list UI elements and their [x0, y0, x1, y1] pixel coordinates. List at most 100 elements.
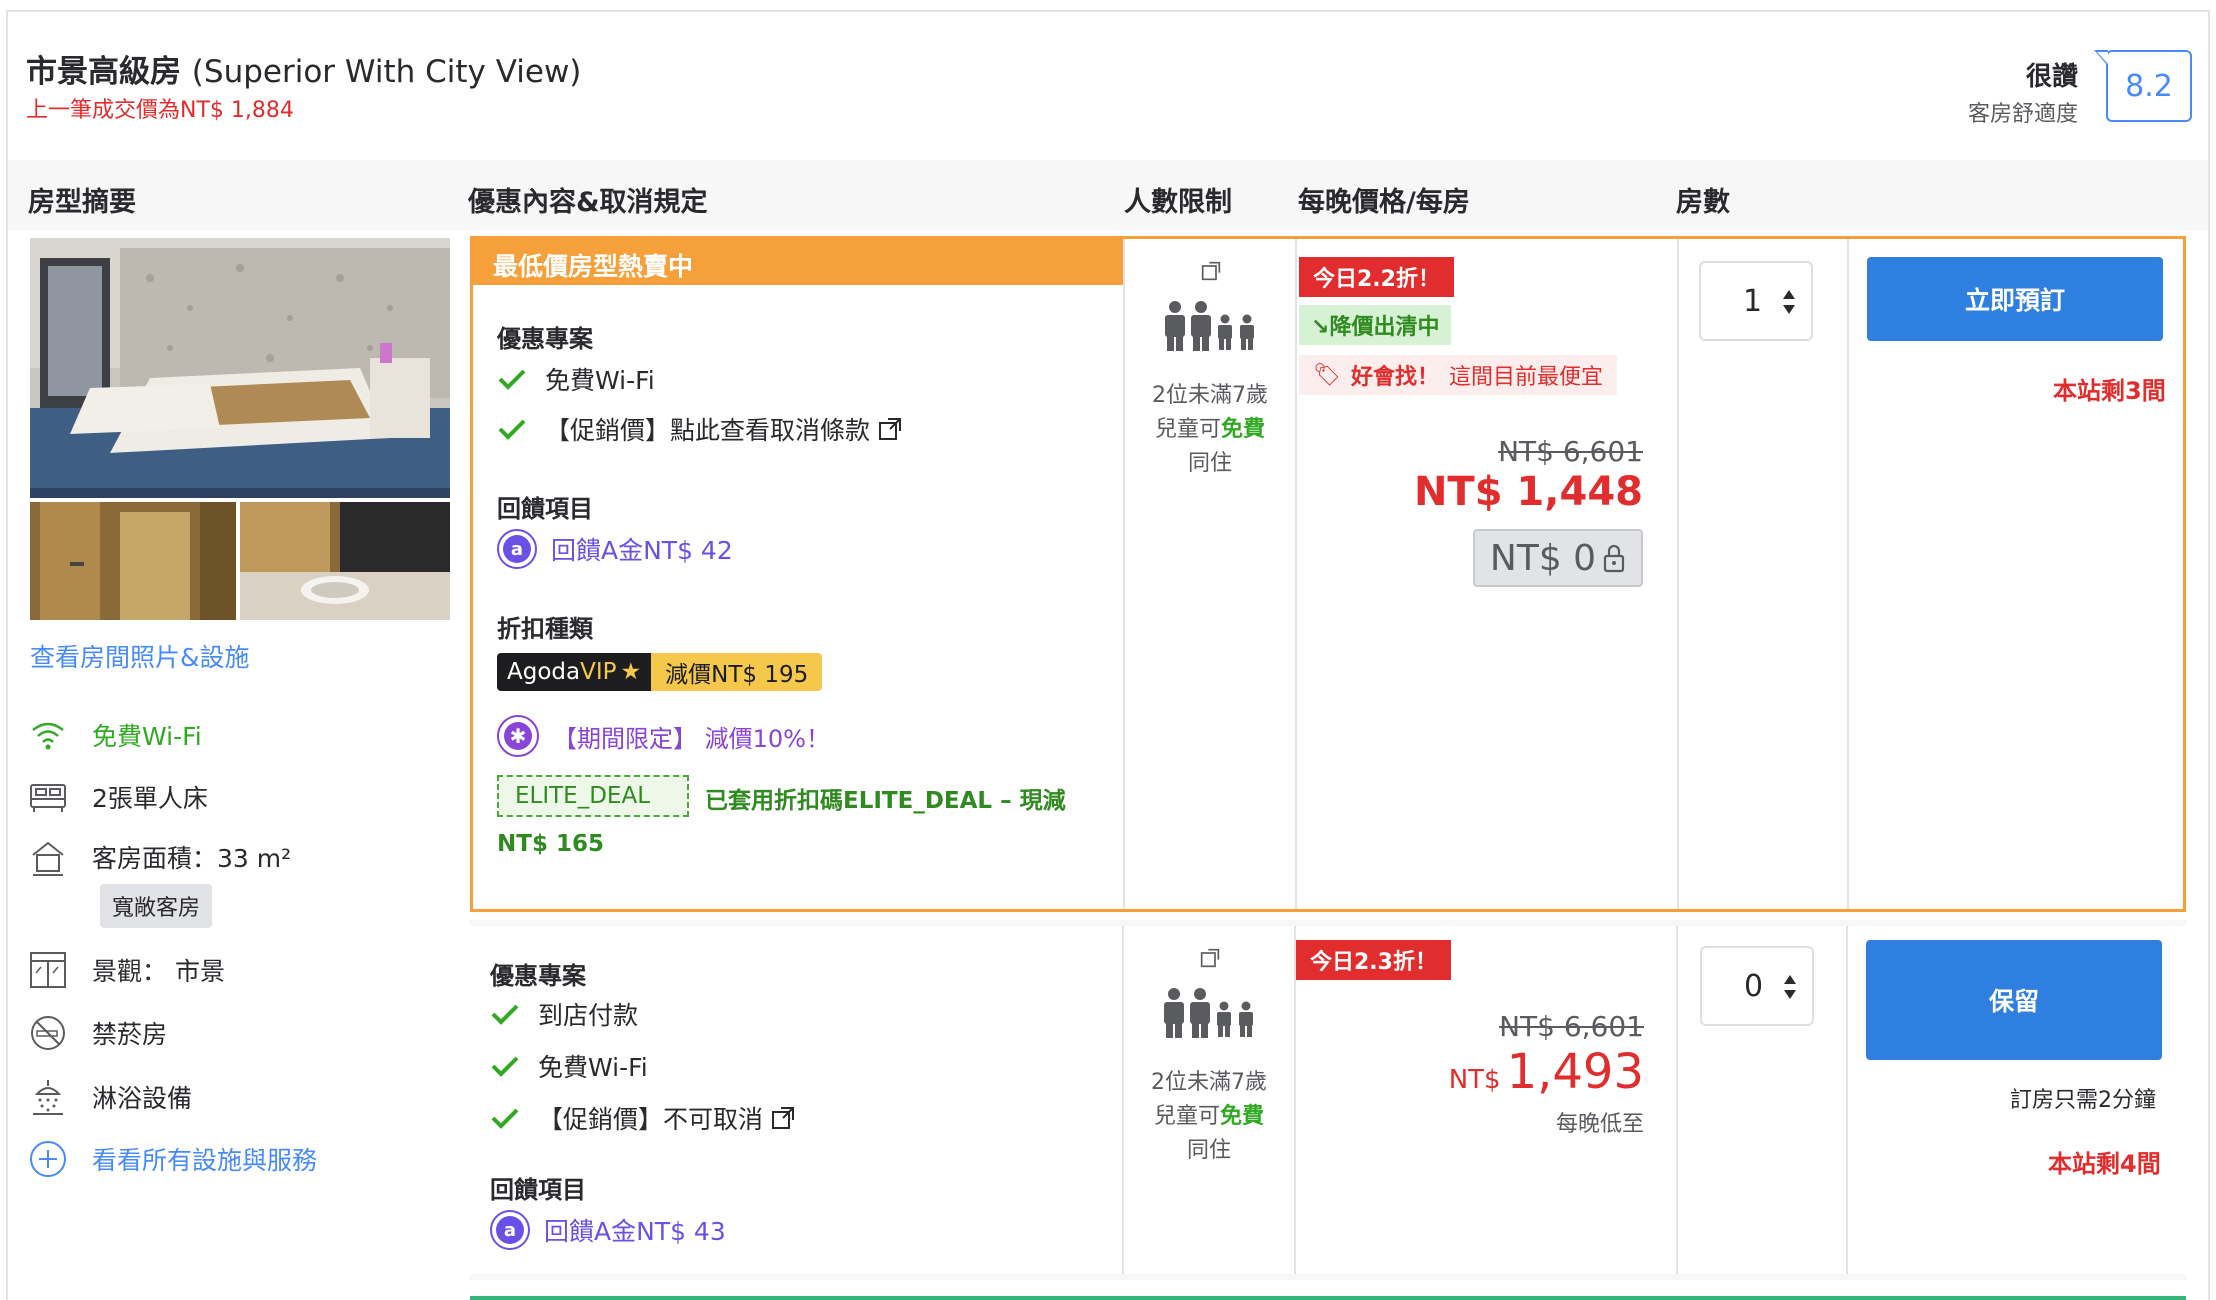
room-title-en: (Superior With City View)	[191, 54, 582, 90]
occupancy-text: 2位未滿7歲 兒童可免費 同住	[1124, 1066, 1294, 1168]
room-size-icon	[28, 837, 68, 877]
original-price: NT$ 6,601	[1498, 435, 1643, 468]
original-price: NT$ 6,601	[1499, 1010, 1644, 1043]
occupancy-free: 免費	[1220, 1104, 1265, 1129]
star-icon: ★	[620, 659, 642, 685]
price-currency: NT$	[1448, 1065, 1501, 1095]
occupancy-line3: 同住	[1187, 451, 1232, 476]
vip-word: VIP	[580, 659, 617, 685]
rooms-left: 本站剩3間	[2053, 377, 2166, 405]
feature-wifi-label: 免費Wi-Fi	[92, 722, 202, 751]
locked-member-price[interactable]: NT$ 0	[1473, 529, 1643, 587]
discount-title: 折扣種類	[497, 615, 593, 643]
feature-view-label: 景觀： 市景	[92, 957, 225, 986]
benefit-label: 免費Wi-Fi	[545, 366, 655, 395]
cashback-row: a 回饋A金NT$ 42	[497, 529, 733, 569]
occupancy-line2a: 兒童可	[1153, 1104, 1220, 1129]
room-photo-main[interactable]	[30, 238, 450, 498]
all-facilities-link[interactable]: 看看所有設施與服務	[28, 1136, 317, 1182]
rating-score[interactable]: 8.2	[2094, 50, 2192, 122]
price-drop-badge: ↘降價出清中	[1299, 305, 1452, 345]
benefit-label: 免費Wi-Fi	[538, 1053, 648, 1082]
feature-area-label: 客房面積：33 m²	[92, 844, 292, 873]
best-price-badge: 🏷 好會找！ 這間目前最便宜	[1299, 355, 1617, 395]
occupancy-text: 2位未滿7歲 兒童可免費 同住	[1125, 379, 1295, 481]
deal-title: 優惠專案	[490, 962, 586, 990]
offer-card-1: 最低價房型熱賣中 優惠專案 免費Wi-Fi 【促銷價】點此查看取消條款 回饋項目…	[470, 236, 2186, 912]
lock-icon	[1603, 544, 1625, 573]
last-price: 上一筆成交價為NT$ 1,884	[26, 98, 294, 123]
vip-discount-amount: 減價NT$ 195	[651, 653, 823, 691]
cashback-title: 回饋項目	[490, 1176, 586, 1204]
no-smoking-icon	[28, 1013, 68, 1053]
plus-circle-icon	[28, 1139, 68, 1179]
feature-wifi: 免費Wi-Fi	[28, 712, 202, 758]
deal-title: 優惠專案	[497, 325, 593, 353]
benefit-pay-at-hotel: 到店付款	[490, 996, 638, 1032]
external-link-icon[interactable]	[1201, 261, 1221, 281]
room-photo-thumb-2[interactable]	[240, 502, 450, 620]
benefit-wifi: 免費Wi-Fi	[497, 361, 655, 397]
feature-bed: 2張單人床	[28, 774, 208, 820]
vip-brand: Agoda	[507, 659, 581, 685]
room-qty-value: 1	[1743, 283, 1763, 319]
best-price-text: 這間目前最便宜	[1448, 365, 1603, 390]
next-offer-strip	[470, 1296, 2186, 1300]
room-photo-thumb-1[interactable]	[30, 502, 236, 620]
check-icon	[491, 1004, 519, 1025]
room-qty-value: 0	[1744, 968, 1764, 1004]
cashback-row: a 回饋A金NT$ 43	[490, 1210, 726, 1250]
room-title-zh: 市景高級房	[26, 54, 181, 90]
all-facilities-label: 看看所有設施與服務	[92, 1146, 318, 1175]
cashback-title: 回饋項目	[497, 495, 593, 523]
benefit-non-refundable[interactable]: 【促銷價】不可取消	[490, 1100, 795, 1136]
benefit-wifi: 免費Wi-Fi	[490, 1048, 648, 1084]
window-view-icon	[28, 950, 68, 990]
occupancy-line2: 兒童可免費	[1125, 413, 1295, 447]
cashback-value: 回饋A金NT$ 43	[544, 1217, 726, 1246]
coupon-code-tag: ELITE_DEAL	[497, 775, 689, 817]
book-now-button[interactable]: 立即預訂	[1867, 257, 2163, 341]
benefit-label: 【促銷價】不可取消	[538, 1105, 764, 1134]
external-link-icon[interactable]	[771, 1106, 795, 1130]
col-summary: 房型摘要	[28, 187, 136, 218]
reserve-button[interactable]: 保留	[1866, 940, 2162, 1060]
room-qty-select[interactable]: 1	[1699, 261, 1813, 341]
offer-card-2: 優惠專案 到店付款 免費Wi-Fi 【促銷價】不可取消 回饋項目 a 回饋A金N…	[470, 926, 2186, 1274]
feature-shower-label: 淋浴設備	[92, 1084, 193, 1113]
feature-nosmoking: 禁菸房	[28, 1010, 167, 1056]
rooms-left: 本站剩4間	[2048, 1150, 2161, 1178]
check-icon	[491, 1108, 519, 1129]
feature-view: 景觀： 市景	[28, 947, 225, 993]
check-icon	[498, 369, 526, 390]
spacious-room-tag: 寬敞客房	[100, 884, 213, 928]
room-title: 市景高級房 (Superior With City View)	[26, 46, 581, 91]
occupancy-line2a: 兒童可	[1154, 417, 1221, 442]
locked-price-value: NT$ 0	[1489, 537, 1597, 579]
coupon-applied-text: 已套用折扣碼ELITE_DEAL – 現減	[705, 788, 1066, 814]
wifi-icon	[28, 715, 68, 755]
col-occupancy: 人數限制	[1124, 187, 1232, 218]
rating-word: 很讚	[2025, 62, 2078, 92]
benefit-cancellation[interactable]: 【促銷價】點此查看取消條款	[497, 411, 902, 447]
rating-label: 客房舒適度	[1967, 102, 2078, 127]
cashback-value: 回饋A金NT$ 42	[551, 536, 733, 565]
coin-icon: a	[497, 529, 537, 569]
coupon-amount: NT$ 165	[497, 831, 604, 857]
price-drop-label: 降價出清中	[1329, 315, 1440, 340]
external-link-icon[interactable]	[1200, 948, 1220, 968]
occupancy-line3: 同住	[1186, 1138, 1231, 1163]
view-photos-link[interactable]: 查看房間照片&設施	[30, 638, 250, 674]
check-icon	[491, 1056, 519, 1077]
col-rooms: 房數	[1676, 187, 1730, 218]
best-price-bold: 好會找！	[1350, 365, 1439, 390]
limited-promo-label: 【期間限定】 減價10%！	[553, 724, 830, 753]
guests-icon	[1165, 301, 1254, 351]
booking-time-note: 訂房只需2分鐘	[2010, 1088, 2156, 1113]
vip-discount-badge: Agoda VIP ★ 減價NT$ 195	[497, 653, 823, 691]
room-qty-select[interactable]: 0	[1700, 946, 1814, 1026]
external-link-icon[interactable]	[878, 417, 902, 441]
guests-icon	[1164, 988, 1253, 1038]
shower-icon	[28, 1077, 68, 1117]
today-discount-badge: 今日2.3折！	[1296, 940, 1451, 980]
